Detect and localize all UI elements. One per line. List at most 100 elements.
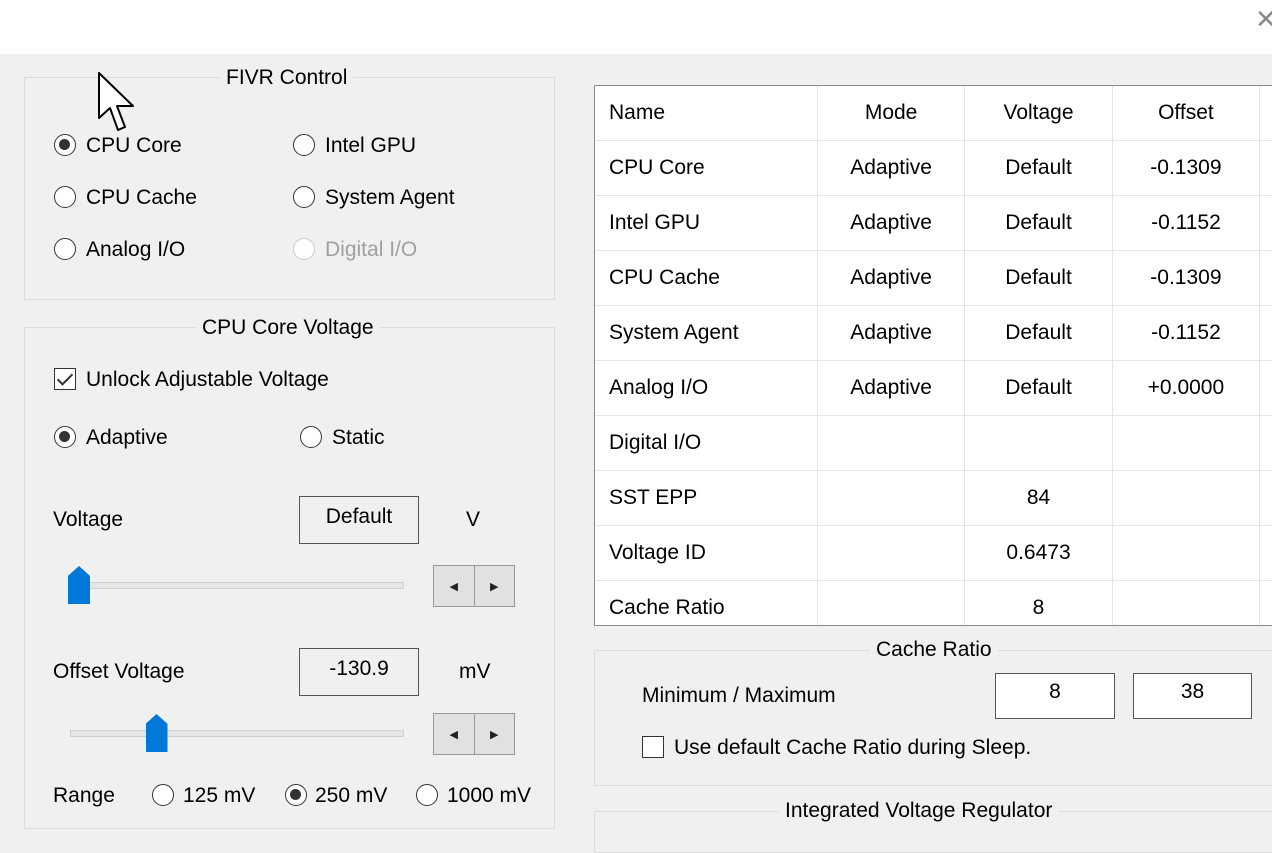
cell-voltage: 84: [964, 470, 1113, 526]
cell-extra: [1259, 360, 1272, 416]
table-row[interactable]: Analog I/O Adaptive Default +0.0000: [595, 360, 1272, 416]
offset-voltage-label: Offset Voltage: [53, 660, 185, 683]
cell-offset: -0.1152: [1112, 305, 1261, 361]
cell-mode: [817, 580, 966, 625]
radio-label: Analog I/O: [86, 238, 186, 261]
cell-mode: Adaptive: [817, 140, 966, 196]
cell-mode: [817, 470, 966, 526]
table-row[interactable]: Digital I/O: [595, 415, 1272, 471]
voltage-label: Voltage: [53, 508, 124, 531]
cell-offset: [1112, 580, 1261, 625]
radio-label: Intel GPU: [325, 134, 417, 157]
cell-voltage: 0.6473: [964, 525, 1113, 581]
radio-label: Adaptive: [86, 426, 168, 449]
radio-button: [293, 238, 315, 260]
radio-label: 125 mV: [183, 784, 256, 807]
voltage-spinner[interactable]: ◀ ▶: [433, 565, 515, 607]
cell-mode: Adaptive: [817, 195, 966, 251]
radio-button[interactable]: [416, 784, 438, 806]
table-row[interactable]: CPU Cache Adaptive Default -0.1309: [595, 250, 1272, 306]
radio-label: Static: [332, 426, 385, 449]
radio-button[interactable]: [54, 426, 76, 448]
table-row[interactable]: System Agent Adaptive Default -0.1152: [595, 305, 1272, 361]
checkbox[interactable]: [642, 736, 664, 758]
radio-button[interactable]: [54, 238, 76, 260]
column-header-extra: [1259, 86, 1272, 141]
column-header-name[interactable]: Name: [595, 86, 818, 141]
cell-offset: -0.1309: [1112, 250, 1261, 306]
cell-mode: Adaptive: [817, 250, 966, 306]
cell-name: Voltage ID: [595, 525, 818, 581]
cell-extra: [1259, 580, 1272, 625]
cell-extra: [1259, 305, 1272, 361]
radio-label: CPU Core: [86, 134, 182, 157]
radio-label: CPU Cache: [86, 186, 197, 209]
radio-button[interactable]: [293, 134, 315, 156]
voltage-unit: V: [466, 508, 481, 531]
cell-extra: [1259, 195, 1272, 251]
radio-label: Digital I/O: [325, 238, 418, 261]
cell-extra: [1259, 470, 1272, 526]
column-header-mode[interactable]: Mode: [817, 86, 966, 141]
table-row[interactable]: Cache Ratio 8: [595, 580, 1272, 625]
cell-name: Digital I/O: [595, 415, 818, 471]
cell-name: CPU Core: [595, 140, 818, 196]
title-bar: [0, 0, 1272, 54]
voltage-table[interactable]: Name Mode Voltage Offset CPU Core Adapti…: [594, 85, 1272, 626]
table-row[interactable]: Voltage ID 0.6473: [595, 525, 1272, 581]
spin-right-icon[interactable]: ▶: [475, 566, 515, 606]
cell-name: Cache Ratio: [595, 580, 818, 625]
cell-mode: Adaptive: [817, 305, 966, 361]
cell-offset: -0.1309: [1112, 140, 1261, 196]
checkbox[interactable]: [54, 368, 76, 390]
cell-extra: [1259, 140, 1272, 196]
table-row[interactable]: Intel GPU Adaptive Default -0.1152: [595, 195, 1272, 251]
cell-voltage: Default: [964, 305, 1113, 361]
cell-name: CPU Cache: [595, 250, 818, 306]
checkbox-label: Unlock Adjustable Voltage: [86, 368, 329, 391]
spin-left-icon[interactable]: ◀: [434, 566, 475, 606]
radio-button[interactable]: [152, 784, 174, 806]
radio-button[interactable]: [54, 186, 76, 208]
cell-voltage: Default: [964, 250, 1113, 306]
cell-extra: [1259, 250, 1272, 306]
cell-voltage: Default: [964, 140, 1113, 196]
voltage-slider-track[interactable]: [70, 582, 404, 589]
voltage-table-grid: Name Mode Voltage Offset CPU Core Adapti…: [595, 86, 1272, 625]
cache-ratio-min-field[interactable]: 8: [995, 673, 1115, 719]
cell-mode: [817, 415, 966, 471]
cell-voltage: 8: [964, 580, 1113, 625]
cell-name: System Agent: [595, 305, 818, 361]
cache-ratio-max-field[interactable]: 38: [1133, 673, 1252, 719]
min-max-label: Minimum / Maximum: [642, 684, 836, 707]
cell-name: Intel GPU: [595, 195, 818, 251]
spin-left-icon[interactable]: ◀: [434, 714, 475, 754]
fivr-control-title: FIVR Control: [220, 66, 354, 90]
voltage-value-field[interactable]: Default: [299, 496, 419, 544]
cell-offset: [1112, 525, 1261, 581]
close-icon[interactable]: ✕: [1255, 6, 1272, 32]
offset-slider-track[interactable]: [70, 730, 404, 737]
radio-label: 250 mV: [315, 784, 388, 807]
spin-right-icon[interactable]: ▶: [475, 714, 515, 754]
cell-offset: [1112, 470, 1261, 526]
offset-spinner[interactable]: ◀ ▶: [433, 713, 515, 755]
radio-button[interactable]: [54, 134, 76, 156]
mouse-pointer-icon: [98, 72, 134, 131]
cell-voltage: Default: [964, 195, 1113, 251]
cell-voltage: [964, 415, 1113, 471]
cell-offset: [1112, 415, 1261, 471]
table-row[interactable]: SST EPP 84: [595, 470, 1272, 526]
ivr-title: Integrated Voltage Regulator: [779, 799, 1059, 823]
table-header-row: Name Mode Voltage Offset: [595, 86, 1272, 141]
radio-button[interactable]: [285, 784, 307, 806]
radio-label: System Agent: [325, 186, 455, 209]
offset-voltage-field[interactable]: -130.9: [299, 648, 419, 696]
column-header-offset[interactable]: Offset: [1112, 86, 1261, 141]
column-header-voltage[interactable]: Voltage: [964, 86, 1113, 141]
cell-extra: [1259, 525, 1272, 581]
radio-button[interactable]: [300, 426, 322, 448]
radio-button[interactable]: [293, 186, 315, 208]
cell-extra: [1259, 415, 1272, 471]
table-row[interactable]: CPU Core Adaptive Default -0.1309: [595, 140, 1272, 196]
